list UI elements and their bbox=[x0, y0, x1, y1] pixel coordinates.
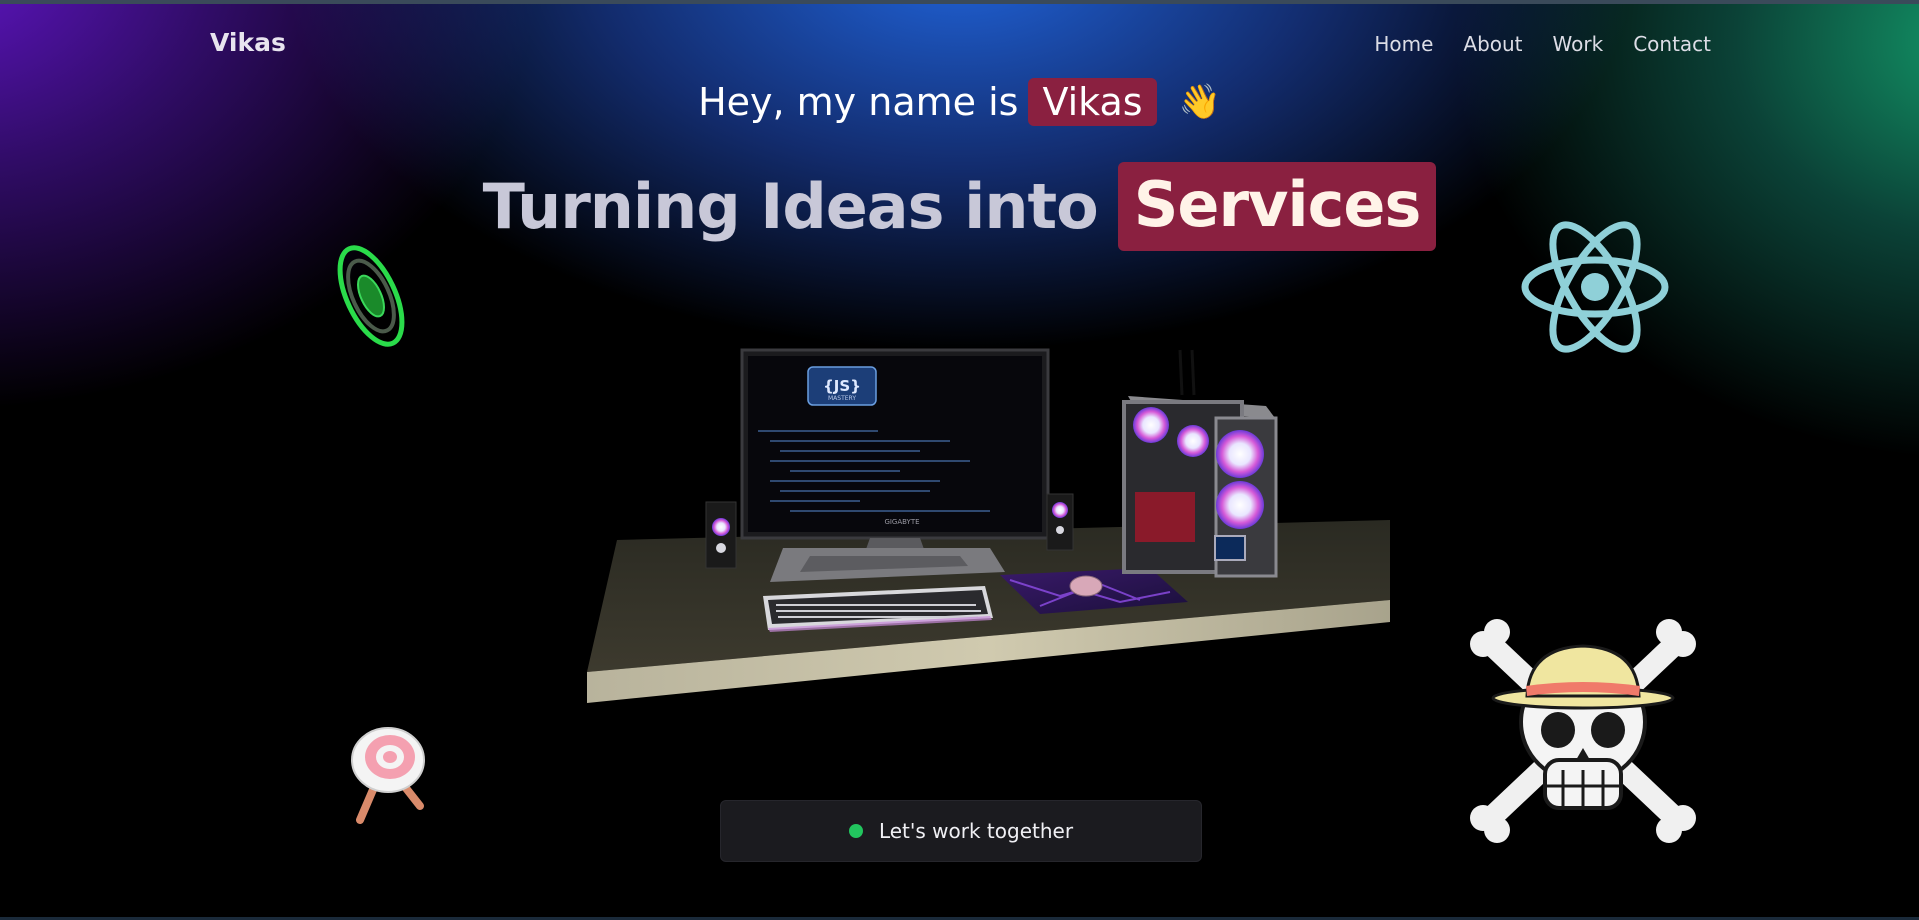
hero-3d-scene: {JS} MASTERY GIGABYTE bbox=[337, 221, 1696, 843]
speaker-right bbox=[1046, 493, 1074, 551]
pc-case bbox=[1122, 349, 1278, 578]
ring-target-icon bbox=[337, 245, 405, 347]
react-logo-icon bbox=[1521, 221, 1669, 353]
cta-label: Let's work together bbox=[878, 819, 1074, 843]
speaker-left bbox=[705, 501, 737, 569]
monitor-brand: GIGABYTE bbox=[884, 518, 919, 526]
screen-badge-sub: MASTERY bbox=[828, 395, 856, 402]
jolly-roger-icon bbox=[1470, 619, 1696, 843]
screen-badge: {JS} bbox=[823, 377, 861, 395]
work-together-button[interactable]: Let's work together bbox=[720, 800, 1202, 862]
portfolio-hero-page: Vikas Home About Work Contact Hey, my na… bbox=[0, 0, 1919, 920]
status-dot-icon bbox=[848, 824, 863, 838]
archery-target-icon bbox=[351, 727, 425, 824]
